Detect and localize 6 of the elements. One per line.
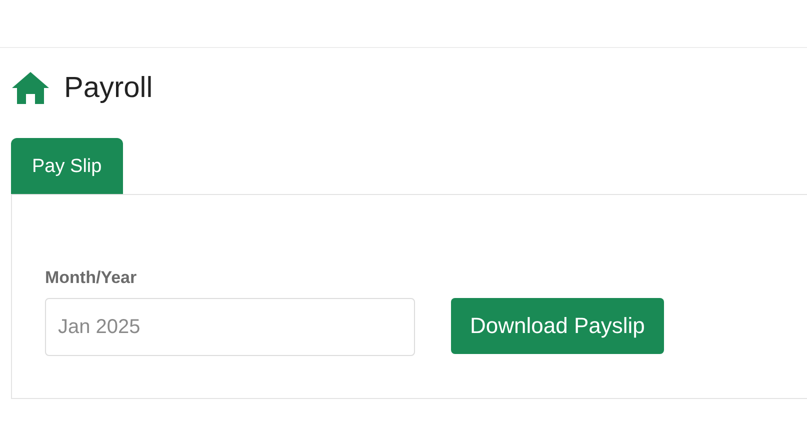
page-title: Payroll [64,72,153,104]
download-payslip-button[interactable]: Download Payslip [451,298,664,354]
home-icon [11,71,50,105]
tab[interactable]: Pay Slip [11,138,123,194]
field-label: Month/Year [45,268,138,288]
month-year-field[interactable]: Jan 2025 [45,298,415,356]
